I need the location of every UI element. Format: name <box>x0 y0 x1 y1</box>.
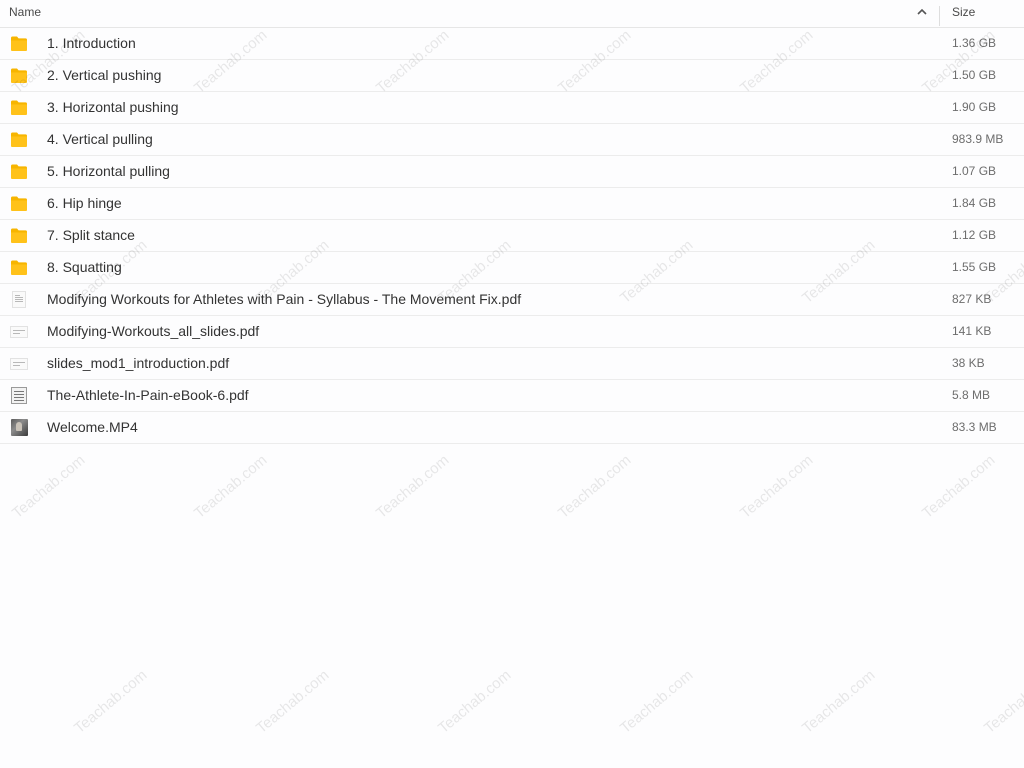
watermark-text: Teachab.com <box>617 666 697 737</box>
file-row[interactable]: slides_mod1_introduction.pdf 38 KB <box>0 348 1024 380</box>
watermark-text: Teachab.com <box>919 451 999 522</box>
file-name[interactable]: Welcome.MP4 <box>47 419 138 435</box>
file-row[interactable]: Welcome.MP4 83.3 MB <box>0 412 1024 444</box>
file-size: 1.50 GB <box>952 68 997 82</box>
column-divider[interactable] <box>939 6 940 26</box>
watermark-text: Teachab.com <box>555 451 635 522</box>
file-name[interactable]: Modifying-Workouts_all_slides.pdf <box>47 323 259 339</box>
file-size: 1.90 GB <box>952 100 997 114</box>
folder-row[interactable]: 8. Squatting 1.55 GB <box>0 252 1024 284</box>
watermark-text: Teachab.com <box>737 451 817 522</box>
name-column-header[interactable]: Name <box>9 5 41 19</box>
watermark-text: Teachab.com <box>373 451 453 522</box>
file-row[interactable]: The-Athlete-In-Pain-eBook-6.pdf 5.8 MB <box>0 380 1024 412</box>
folder-icon <box>10 67 28 84</box>
folder-row[interactable]: 7. Split stance 1.12 GB <box>0 220 1024 252</box>
pdf-thumbnail-icon <box>10 323 28 340</box>
file-name[interactable]: 2. Vertical pushing <box>47 67 161 83</box>
folder-icon <box>10 35 28 52</box>
file-name[interactable]: 8. Squatting <box>47 259 122 275</box>
folder-icon <box>10 131 28 148</box>
watermark-text: Teachab.com <box>191 451 271 522</box>
file-name[interactable]: 1. Introduction <box>47 35 136 51</box>
folder-row[interactable]: 4. Vertical pulling 983.9 MB <box>0 124 1024 156</box>
file-name[interactable]: 4. Vertical pulling <box>47 131 153 147</box>
file-size: 1.12 GB <box>952 228 997 242</box>
file-size: 1.84 GB <box>952 196 997 210</box>
column-header: Name Size <box>0 0 1024 28</box>
video-thumbnail-icon <box>10 419 28 436</box>
file-size: 5.8 MB <box>952 388 991 402</box>
file-name[interactable]: slides_mod1_introduction.pdf <box>47 355 229 371</box>
file-name[interactable]: 6. Hip hinge <box>47 195 122 211</box>
size-column-header[interactable]: Size <box>952 5 975 19</box>
file-name[interactable]: The-Athlete-In-Pain-eBook-6.pdf <box>47 387 249 403</box>
folder-row[interactable]: 6. Hip hinge 1.84 GB <box>0 188 1024 220</box>
file-size: 38 KB <box>952 356 985 370</box>
watermark-text: Teachab.com <box>253 666 333 737</box>
file-name[interactable]: 5. Horizontal pulling <box>47 163 170 179</box>
file-row[interactable]: Modifying Workouts for Athletes with Pai… <box>0 284 1024 316</box>
chevron-up-icon[interactable] <box>915 5 929 19</box>
file-name[interactable]: 7. Split stance <box>47 227 135 243</box>
watermark-text: Teachab.com <box>981 666 1024 737</box>
folder-row[interactable]: 1. Introduction 1.36 GB <box>0 28 1024 60</box>
watermark-text: Teachab.com <box>9 451 89 522</box>
folder-icon <box>10 227 28 244</box>
watermark-text: Teachab.com <box>71 666 151 737</box>
file-list: 1. Introduction 1.36 GB 2. Vertical pushin… <box>0 28 1024 444</box>
folder-icon <box>10 99 28 116</box>
file-size: 83.3 MB <box>952 420 997 434</box>
pdf-thumbnail-icon <box>10 355 28 372</box>
folder-row[interactable]: 3. Horizontal pushing 1.90 GB <box>0 92 1024 124</box>
file-size: 1.36 GB <box>952 36 997 50</box>
file-name[interactable]: 3. Horizontal pushing <box>47 99 179 115</box>
ebook-thumbnail-icon <box>10 387 28 404</box>
file-size: 1.07 GB <box>952 164 997 178</box>
file-name[interactable]: Modifying Workouts for Athletes with Pai… <box>47 291 521 307</box>
file-size: 141 KB <box>952 324 992 338</box>
folder-icon <box>10 195 28 212</box>
folder-icon <box>10 163 28 180</box>
folder-row[interactable]: 2. Vertical pushing 1.50 GB <box>0 60 1024 92</box>
watermark-text: Teachab.com <box>799 666 879 737</box>
watermark-text: Teachab.com <box>435 666 515 737</box>
pdf-thumbnail-icon <box>10 291 28 308</box>
file-size: 983.9 MB <box>952 132 1004 146</box>
folder-icon <box>10 259 28 276</box>
file-row[interactable]: Modifying-Workouts_all_slides.pdf 141 KB <box>0 316 1024 348</box>
file-size: 827 KB <box>952 292 992 306</box>
file-size: 1.55 GB <box>952 260 997 274</box>
folder-row[interactable]: 5. Horizontal pulling 1.07 GB <box>0 156 1024 188</box>
